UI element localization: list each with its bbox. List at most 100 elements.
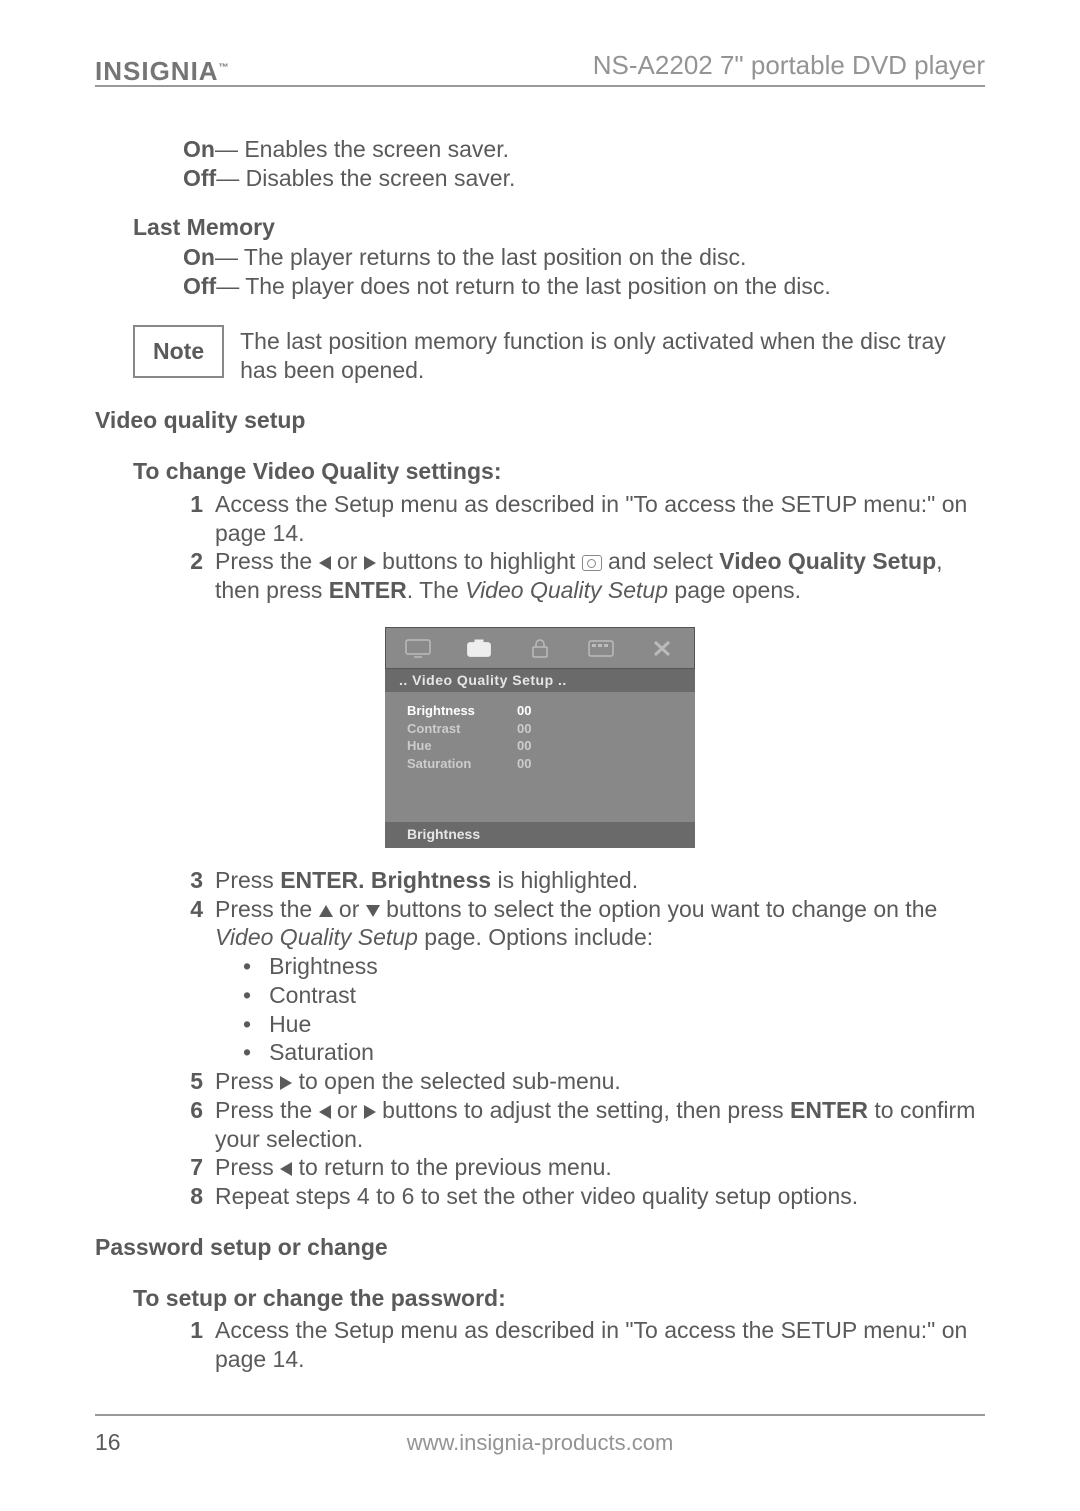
s3a: Press bbox=[215, 867, 280, 893]
brand-text: INSIGNIA bbox=[95, 56, 219, 86]
step-4: 4 Press the or buttons to select the opt… bbox=[183, 895, 985, 1068]
s2i: Video Quality Setup bbox=[465, 577, 668, 603]
screensaver-on: On — Enables the screen saver. bbox=[183, 135, 985, 164]
osd-tab-close-icon bbox=[633, 631, 690, 664]
page-content: On — Enables the screen saver. Off — Dis… bbox=[95, 135, 985, 1374]
osd-row-label: Saturation bbox=[407, 755, 517, 773]
osd-title: .. Video Quality Setup .. bbox=[385, 669, 695, 693]
lm-term-on: On bbox=[183, 243, 215, 272]
left-arrow-icon bbox=[319, 556, 331, 570]
brand-logo: INSIGNIA™ bbox=[95, 56, 230, 87]
s4d: Video Quality Setup bbox=[215, 924, 418, 950]
osd-tab-monitor-icon bbox=[390, 631, 447, 664]
lastmem-on: On — The player returns to the last posi… bbox=[183, 243, 985, 272]
page-number: 16 bbox=[95, 1415, 121, 1456]
osd-tab-lock-icon bbox=[512, 631, 569, 664]
s6c: buttons to adjust the setting, then pres… bbox=[376, 1097, 790, 1123]
s4a: Press the bbox=[215, 896, 319, 922]
s6a: Press the bbox=[215, 1097, 319, 1123]
s2c: buttons to highlight bbox=[376, 548, 582, 574]
step-5: 5 Press to open the selected sub-menu. bbox=[183, 1067, 985, 1096]
down-arrow-icon bbox=[366, 905, 380, 917]
pwd-s1-text: Access the Setup menu as described in "T… bbox=[215, 1316, 985, 1374]
s4e: page. Options include: bbox=[418, 924, 653, 950]
osd-row: Brightness00 bbox=[407, 702, 673, 720]
lm-desc-on: — The player returns to the last positio… bbox=[215, 243, 746, 272]
s2j: page opens. bbox=[668, 577, 801, 603]
product-title: NS-A2202 7" portable DVD player bbox=[593, 50, 985, 81]
screensaver-off: Off — Disables the screen saver. bbox=[183, 164, 985, 193]
opt-saturation: Saturation bbox=[243, 1038, 985, 1067]
lm-term-off: Off bbox=[183, 272, 216, 301]
pwd-heading: Password setup or change bbox=[95, 1233, 985, 1262]
osd-row: Hue00 bbox=[407, 737, 673, 755]
s3c: is highlighted. bbox=[491, 867, 638, 893]
note-block: Note The last position memory function i… bbox=[133, 325, 985, 385]
step-6: 6 Press the or buttons to adjust the set… bbox=[183, 1096, 985, 1154]
last-memory-heading: Last Memory bbox=[133, 213, 985, 242]
pwd-step-1: 1 Access the Setup menu as described in … bbox=[183, 1316, 985, 1374]
pwd-subheading: To setup or change the password: bbox=[133, 1284, 985, 1313]
osd-row: Saturation00 bbox=[407, 755, 673, 773]
osd-tab-preference-icon bbox=[572, 631, 629, 664]
opt-contrast: Contrast bbox=[243, 981, 985, 1010]
note-text: The last position memory function is onl… bbox=[240, 325, 985, 385]
step-1-text: Access the Setup menu as described in "T… bbox=[215, 490, 985, 548]
step-3: 3 Press ENTER. Brightness is highlighted… bbox=[183, 866, 985, 895]
osd-row-label: Hue bbox=[407, 737, 517, 755]
up-arrow-icon bbox=[319, 905, 333, 917]
desc-off: — Disables the screen saver. bbox=[216, 164, 515, 193]
s7a: Press bbox=[215, 1154, 280, 1180]
left-arrow-icon bbox=[319, 1105, 331, 1119]
step-1: 1 Access the Setup menu as described in … bbox=[183, 490, 985, 548]
osd-row-label: Brightness bbox=[407, 702, 517, 720]
osd-screenshot: .. Video Quality Setup .. Brightness00 C… bbox=[385, 627, 695, 848]
s6d: ENTER bbox=[790, 1097, 868, 1123]
osd-footer: Brightness bbox=[385, 822, 695, 848]
left-arrow-icon bbox=[280, 1162, 292, 1176]
video-icon bbox=[582, 555, 602, 571]
term-on: On bbox=[183, 135, 215, 164]
s5a: Press bbox=[215, 1068, 280, 1094]
s7b: to return to the previous menu. bbox=[292, 1154, 612, 1180]
s6b: or bbox=[331, 1097, 364, 1123]
page-header: INSIGNIA™ NS-A2202 7" portable DVD playe… bbox=[95, 50, 985, 87]
osd-row-label: Contrast bbox=[407, 720, 517, 738]
osd-row-value: 00 bbox=[517, 720, 531, 738]
osd-row-value: 00 bbox=[517, 755, 531, 773]
term-off: Off bbox=[183, 164, 216, 193]
vqs-heading: Video quality setup bbox=[95, 406, 985, 435]
s2e: Video Quality Setup bbox=[719, 548, 936, 574]
opt-hue: Hue bbox=[243, 1010, 985, 1039]
s8a: Repeat steps 4 to 6 to set the other vid… bbox=[215, 1182, 985, 1211]
osd-row: Contrast00 bbox=[407, 720, 673, 738]
opt-brightness: Brightness bbox=[243, 952, 985, 981]
osd-row-value: 00 bbox=[517, 702, 531, 720]
desc-on: — Enables the screen saver. bbox=[215, 135, 509, 164]
osd-tab-bar bbox=[385, 627, 695, 669]
osd-tab-camera-icon bbox=[451, 631, 508, 664]
right-arrow-icon bbox=[364, 1105, 376, 1119]
s4b: or bbox=[333, 896, 366, 922]
s2b: or bbox=[331, 548, 364, 574]
page-footer: www.insignia-products.com bbox=[95, 1414, 985, 1456]
s3b: ENTER. Brightness bbox=[280, 867, 491, 893]
lastmem-off: Off — The player does not return to the … bbox=[183, 272, 985, 301]
s2d: and select bbox=[602, 548, 720, 574]
vqs-subheading: To change Video Quality settings: bbox=[133, 457, 985, 486]
note-label: Note bbox=[133, 325, 224, 378]
s5b: to open the selected sub-menu. bbox=[292, 1068, 621, 1094]
step-8: 8 Repeat steps 4 to 6 to set the other v… bbox=[183, 1182, 985, 1211]
s2h: . The bbox=[407, 577, 465, 603]
right-arrow-icon bbox=[280, 1076, 292, 1090]
s2g: ENTER bbox=[329, 577, 407, 603]
s2a: Press the bbox=[215, 548, 319, 574]
step-7: 7 Press to return to the previous menu. bbox=[183, 1153, 985, 1182]
osd-row-value: 00 bbox=[517, 737, 531, 755]
s4c: buttons to select the option you want to… bbox=[380, 896, 938, 922]
osd-body: Brightness00 Contrast00 Hue00 Saturation… bbox=[385, 692, 695, 822]
step-2: 2 Press the or buttons to highlight and … bbox=[183, 547, 985, 605]
footer-url: www.insignia-products.com bbox=[407, 1430, 674, 1456]
lm-desc-off: — The player does not return to the last… bbox=[216, 272, 831, 301]
right-arrow-icon bbox=[364, 556, 376, 570]
